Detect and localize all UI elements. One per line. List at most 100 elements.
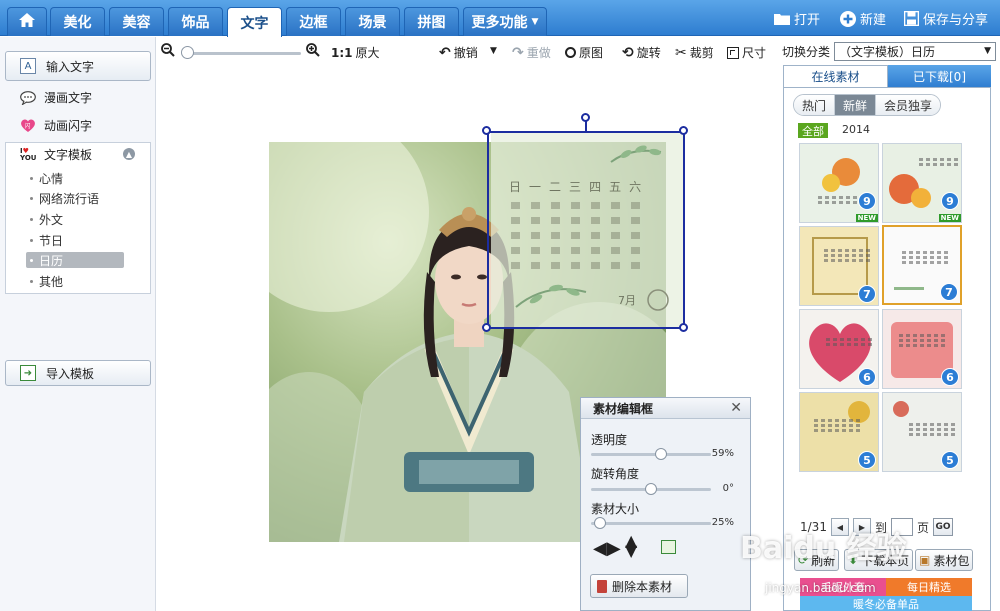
tab-accessories[interactable]: 饰品 xyxy=(168,7,223,36)
resize-handle-bottom-right[interactable] xyxy=(679,323,688,332)
bullet-icon xyxy=(30,279,33,283)
template-item-other[interactable]: 其他 xyxy=(26,273,124,289)
filter-member-only[interactable]: 会员独享 xyxy=(876,95,941,115)
template-item-mood[interactable]: 心情 xyxy=(26,170,124,186)
template-count-badge: 7 xyxy=(858,285,876,303)
original-image-button[interactable]: 原图 xyxy=(565,44,603,61)
tab-makeup[interactable]: 美容 xyxy=(109,7,164,36)
tab-border[interactable]: 边框 xyxy=(286,7,341,36)
undo-dropdown-icon[interactable]: ▼ xyxy=(490,46,497,56)
redo-icon: ↷ xyxy=(512,44,524,61)
collapse-icon[interactable]: ▲ xyxy=(123,148,135,160)
resize-handle-bottom-left[interactable] xyxy=(482,323,491,332)
download-icon: ⬇ xyxy=(848,553,859,567)
new-button[interactable]: 新建 xyxy=(840,9,886,28)
text-template-header[interactable]: I♥ YOU 文字模板 xyxy=(20,146,92,163)
thumbnail-7[interactable]: 5 xyxy=(799,392,879,472)
size-slider-knob[interactable] xyxy=(593,517,606,529)
zoom-slider-knob[interactable] xyxy=(181,46,194,59)
filter-hot[interactable]: 热门 xyxy=(794,95,836,115)
rotate-button[interactable]: ⟲ 旋转 xyxy=(622,44,661,61)
banner-right: 每日精选 xyxy=(886,578,972,596)
template-item-internet-slang[interactable]: 网络流行语 xyxy=(26,190,124,206)
import-template-button[interactable]: ➜ 导入模板 xyxy=(5,360,151,386)
plus-circle-icon xyxy=(840,10,856,27)
thumbnail-6[interactable]: 6 xyxy=(882,309,962,389)
flip-horizontal-icon[interactable]: ◀▶ xyxy=(593,538,621,559)
tab-more-features[interactable]: 更多功能 ▼ xyxy=(463,7,547,36)
go-button[interactable]: GO xyxy=(932,518,953,536)
material-editor-header: 素材编辑框 ✕ xyxy=(581,398,750,419)
import-icon: ➜ xyxy=(20,365,36,381)
size-slider[interactable] xyxy=(591,517,711,529)
mini-calendar-grid xyxy=(909,423,956,436)
material-pack-button[interactable]: ▣ 素材包 xyxy=(915,549,974,571)
copy-layer-icon[interactable] xyxy=(661,540,676,554)
redo-button[interactable]: ↷ 重做 xyxy=(512,44,551,61)
opacity-slider-knob[interactable] xyxy=(654,448,667,460)
crop-button[interactable]: ✂ 裁剪 xyxy=(675,44,714,61)
thumbnail-2[interactable]: 9 NEW xyxy=(882,143,962,223)
size-button[interactable]: 尺寸 xyxy=(727,44,766,61)
open-button[interactable]: 打开 xyxy=(774,9,820,28)
rotation-slider-knob[interactable] xyxy=(645,483,657,495)
tab-downloaded[interactable]: 已下载[0] xyxy=(888,65,991,87)
mini-calendar-grid xyxy=(824,249,871,262)
input-text-button[interactable]: A 输入文字 xyxy=(5,51,151,81)
rotation-slider[interactable] xyxy=(591,483,711,495)
heart-sparkle-icon: 闪 xyxy=(20,118,36,134)
mini-calendar-grid xyxy=(919,158,961,166)
template-item-foreign[interactable]: 外文 xyxy=(26,211,124,227)
selection-box[interactable] xyxy=(487,131,685,329)
save-share-button[interactable]: 保存与分享 xyxy=(903,9,988,28)
tab-beautify[interactable]: 美化 xyxy=(50,7,105,36)
prev-page-button[interactable]: ◀ xyxy=(830,518,849,536)
comic-text-item[interactable]: 漫画文字 xyxy=(20,89,92,106)
svg-text:闪: 闪 xyxy=(25,122,31,130)
resize-handle-top-left[interactable] xyxy=(482,126,491,135)
zoom-out-icon[interactable] xyxy=(161,43,175,57)
refresh-icon: ⟳ xyxy=(798,553,809,567)
template-item-holiday[interactable]: 节日 xyxy=(26,232,124,248)
close-icon[interactable]: ✕ xyxy=(730,400,742,416)
opacity-slider[interactable] xyxy=(591,448,711,460)
scissors-icon: ✂ xyxy=(675,44,687,61)
zoom-slider[interactable] xyxy=(183,52,301,55)
refresh-button[interactable]: ⟳ 刷新 xyxy=(794,549,840,571)
delete-material-button[interactable]: 删除本素材 xyxy=(590,574,688,598)
tab-scene[interactable]: 场景 xyxy=(345,7,400,36)
new-badge: NEW xyxy=(855,214,878,222)
tab-collage[interactable]: 拼图 xyxy=(404,7,459,36)
thumbnail-4-selected[interactable]: 7 xyxy=(882,225,962,305)
flip-vertical-icon[interactable]: ▲ ▼ xyxy=(625,533,637,559)
template-count-badge: 7 xyxy=(940,283,958,301)
original-size-button[interactable]: 1:1 原大 xyxy=(331,44,380,61)
flower-decoration xyxy=(893,401,909,417)
tab-text[interactable]: 文字 xyxy=(227,7,282,37)
template-count-badge: 5 xyxy=(941,451,959,469)
home-tab[interactable] xyxy=(7,7,47,36)
next-page-button[interactable]: ▶ xyxy=(852,518,871,536)
promo-banner[interactable]: 毛呢外套 每日精选 暖冬必备单品 xyxy=(800,578,972,611)
thumbnail-3[interactable]: 7 xyxy=(799,226,879,306)
zoom-in-icon[interactable] xyxy=(306,43,320,57)
filter-fresh[interactable]: 新鲜 xyxy=(835,95,877,115)
flash-text-item[interactable]: 闪 动画闪字 xyxy=(20,117,92,134)
thumbnail-8[interactable]: 5 xyxy=(882,392,962,472)
year-label: 2014 xyxy=(842,123,870,136)
thumbnail-1[interactable]: 9 NEW xyxy=(799,143,879,223)
bullet-icon xyxy=(30,217,33,221)
all-filter-badge[interactable]: 全部 xyxy=(798,123,828,138)
download-page-button[interactable]: ⬇ 下载本页 xyxy=(844,549,914,571)
template-item-calendar[interactable]: 日历 xyxy=(26,252,124,268)
rotate-handle[interactable] xyxy=(581,113,590,122)
size-value: 25% xyxy=(711,517,734,528)
bullet-icon xyxy=(30,196,33,200)
tab-online-materials[interactable]: 在线素材 xyxy=(783,65,888,87)
resize-handle-top-right[interactable] xyxy=(679,126,688,135)
undo-button[interactable]: ↶ 撤销 xyxy=(439,44,478,61)
thumbnail-5[interactable]: 6 xyxy=(799,309,879,389)
right-panel: 切换分类 （文字模板）日历 ▼ 在线素材 已下载[0] 热门 新鲜 会员独享 全… xyxy=(778,37,1000,611)
page-number-input[interactable] xyxy=(890,518,913,536)
category-select[interactable]: （文字模板）日历 ▼ xyxy=(834,41,996,61)
